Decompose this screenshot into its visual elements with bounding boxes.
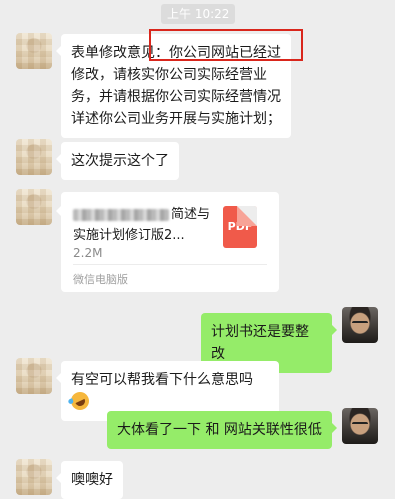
file-size: 2.2M bbox=[73, 246, 103, 260]
message-text: 大体看了一下 和 网站关联性很低 bbox=[117, 422, 322, 438]
message-text: 噢噢好 bbox=[71, 472, 113, 488]
redacted-text bbox=[73, 208, 169, 221]
message-bubble-7[interactable]: 噢噢好 bbox=[56, 461, 123, 499]
pdf-file-icon: PDF bbox=[223, 206, 257, 248]
contact-avatar[interactable] bbox=[16, 189, 52, 225]
contact-avatar[interactable] bbox=[16, 33, 52, 69]
laugh-cry-emoji bbox=[68, 389, 92, 413]
message-text: 有空可以帮我看下什么意思吗 bbox=[71, 372, 253, 388]
message-bubble-6[interactable]: 大体看了一下 和 网站关联性很低 bbox=[107, 411, 337, 449]
my-avatar[interactable] bbox=[342, 408, 378, 444]
file-source-label: 微信电脑版 bbox=[73, 273, 128, 286]
message-text: 计划书还是要整改 bbox=[211, 324, 309, 362]
file-name: 简述与实施计划修订版2... bbox=[73, 207, 211, 243]
timestamp-chip: 上午 10:22 bbox=[161, 4, 236, 24]
file-divider bbox=[73, 264, 267, 265]
contact-avatar[interactable] bbox=[16, 139, 52, 175]
message-text: 这次提示这个了 bbox=[71, 153, 169, 169]
my-avatar[interactable] bbox=[342, 307, 378, 343]
contact-avatar[interactable] bbox=[16, 459, 52, 495]
contact-avatar[interactable] bbox=[16, 358, 52, 394]
file-message-card[interactable]: 简述与实施计划修订版2... PDF 2.2M 微信电脑版 bbox=[56, 192, 279, 292]
message-bubble-2[interactable]: 这次提示这个了 bbox=[56, 142, 179, 180]
red-highlight-box bbox=[149, 29, 303, 61]
